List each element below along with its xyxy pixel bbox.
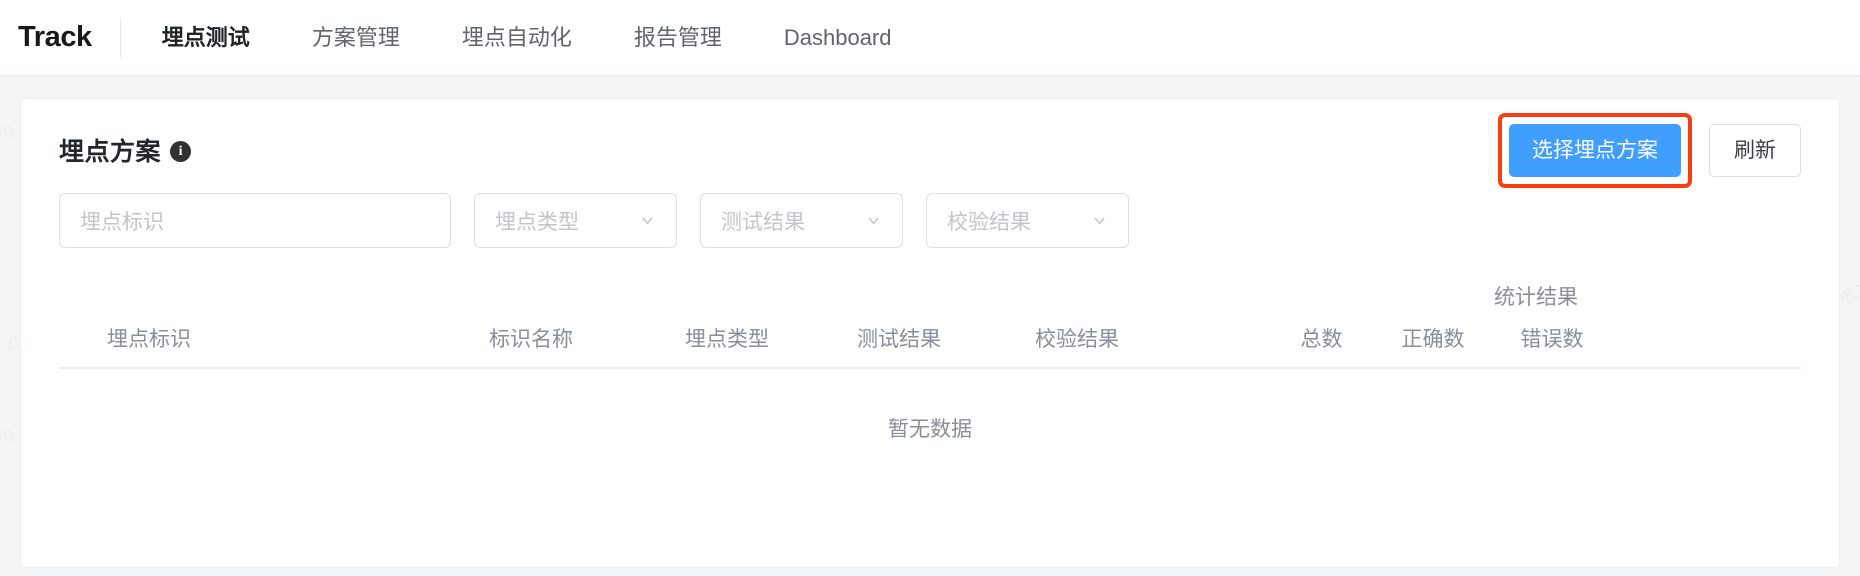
tracking-type-select[interactable]: 埋点类型 — [474, 193, 677, 248]
column-header-type: 埋点类型 — [685, 328, 769, 351]
select-tracking-plan-button[interactable]: 选择埋点方案 — [1509, 123, 1681, 177]
top-navigation-bar: Track 埋点测试 方案管理 埋点自动化 报告管理 Dashboard — [0, 0, 1860, 76]
brand-divider — [119, 17, 121, 58]
nav-tab-maidian-zidonghua[interactable]: 埋点自动化 — [431, 0, 603, 76]
statistics-group-label: 统计结果 — [1494, 286, 1578, 309]
card-title-group: 埋点方案 i — [59, 132, 192, 168]
test-result-select-value: 测试结果 — [721, 210, 805, 234]
nav-tab-dashboard[interactable]: Dashboard — [753, 0, 923, 76]
tracking-plan-card: 埋点方案 i 选择埋点方案 刷新 埋点标识 埋点类型 测试结果 校验结果 埋点标… — [20, 98, 1840, 568]
verify-result-select-value: 校验结果 — [947, 210, 1031, 234]
identifier-search-placeholder: 埋点标识 — [80, 210, 164, 234]
column-header-name: 标识名称 — [489, 328, 573, 351]
card-header: 埋点方案 i 选择埋点方案 刷新 — [59, 99, 1801, 188]
info-icon[interactable]: i — [170, 141, 192, 162]
refresh-button[interactable]: 刷新 — [1709, 123, 1801, 177]
table-header-row: 埋点标识 标识名称 埋点类型 测试结果 校验结果 统计结果 总数 正确数 错误数 — [59, 281, 1801, 369]
card-header-actions: 选择埋点方案 刷新 — [1498, 112, 1801, 188]
tracking-results-table: 埋点标识 标识名称 埋点类型 测试结果 校验结果 统计结果 总数 正确数 错误数… — [59, 281, 1801, 503]
nav-tab-baogao-guanli[interactable]: 报告管理 — [603, 0, 753, 76]
page-title: 埋点方案 — [59, 138, 162, 166]
column-header-correct: 正确数 — [1401, 328, 1465, 351]
test-result-select[interactable]: 测试结果 — [700, 193, 903, 248]
filter-bar: 埋点标识 埋点类型 测试结果 校验结果 — [59, 177, 1801, 248]
main-nav-tabs: 埋点测试 方案管理 埋点自动化 报告管理 Dashboard — [131, 0, 923, 75]
tracking-type-select-value: 埋点类型 — [495, 210, 579, 234]
nav-tab-maidian-ceshi[interactable]: 埋点测试 — [131, 0, 281, 76]
annotation-highlight-box: 选择埋点方案 — [1498, 112, 1692, 188]
chevron-down-icon — [868, 217, 879, 225]
verify-result-select[interactable]: 校验结果 — [926, 193, 1129, 248]
identifier-search-input[interactable]: 埋点标识 — [59, 193, 451, 248]
app-brand-logo: Track — [18, 21, 92, 53]
column-header-statistics-group: 统计结果 总数 正确数 错误数 — [1271, 281, 1801, 353]
nav-tab-fangan-guanli[interactable]: 方案管理 — [281, 0, 431, 76]
column-header-test-result: 测试结果 — [857, 328, 941, 351]
statistics-subcolumns: 总数 正确数 错误数 — [1271, 323, 1801, 353]
chevron-down-icon — [1094, 217, 1105, 225]
column-header-verify-result: 校验结果 — [1035, 328, 1119, 351]
chevron-down-icon — [642, 217, 653, 225]
column-header-total: 总数 — [1300, 328, 1343, 351]
column-header-identifier: 埋点标识 — [107, 328, 191, 351]
table-empty-state: 暂无数据 — [888, 418, 972, 441]
column-header-error: 错误数 — [1520, 328, 1584, 351]
page-content: 埋点方案 i 选择埋点方案 刷新 埋点标识 埋点类型 测试结果 校验结果 埋点标… — [0, 76, 1860, 568]
